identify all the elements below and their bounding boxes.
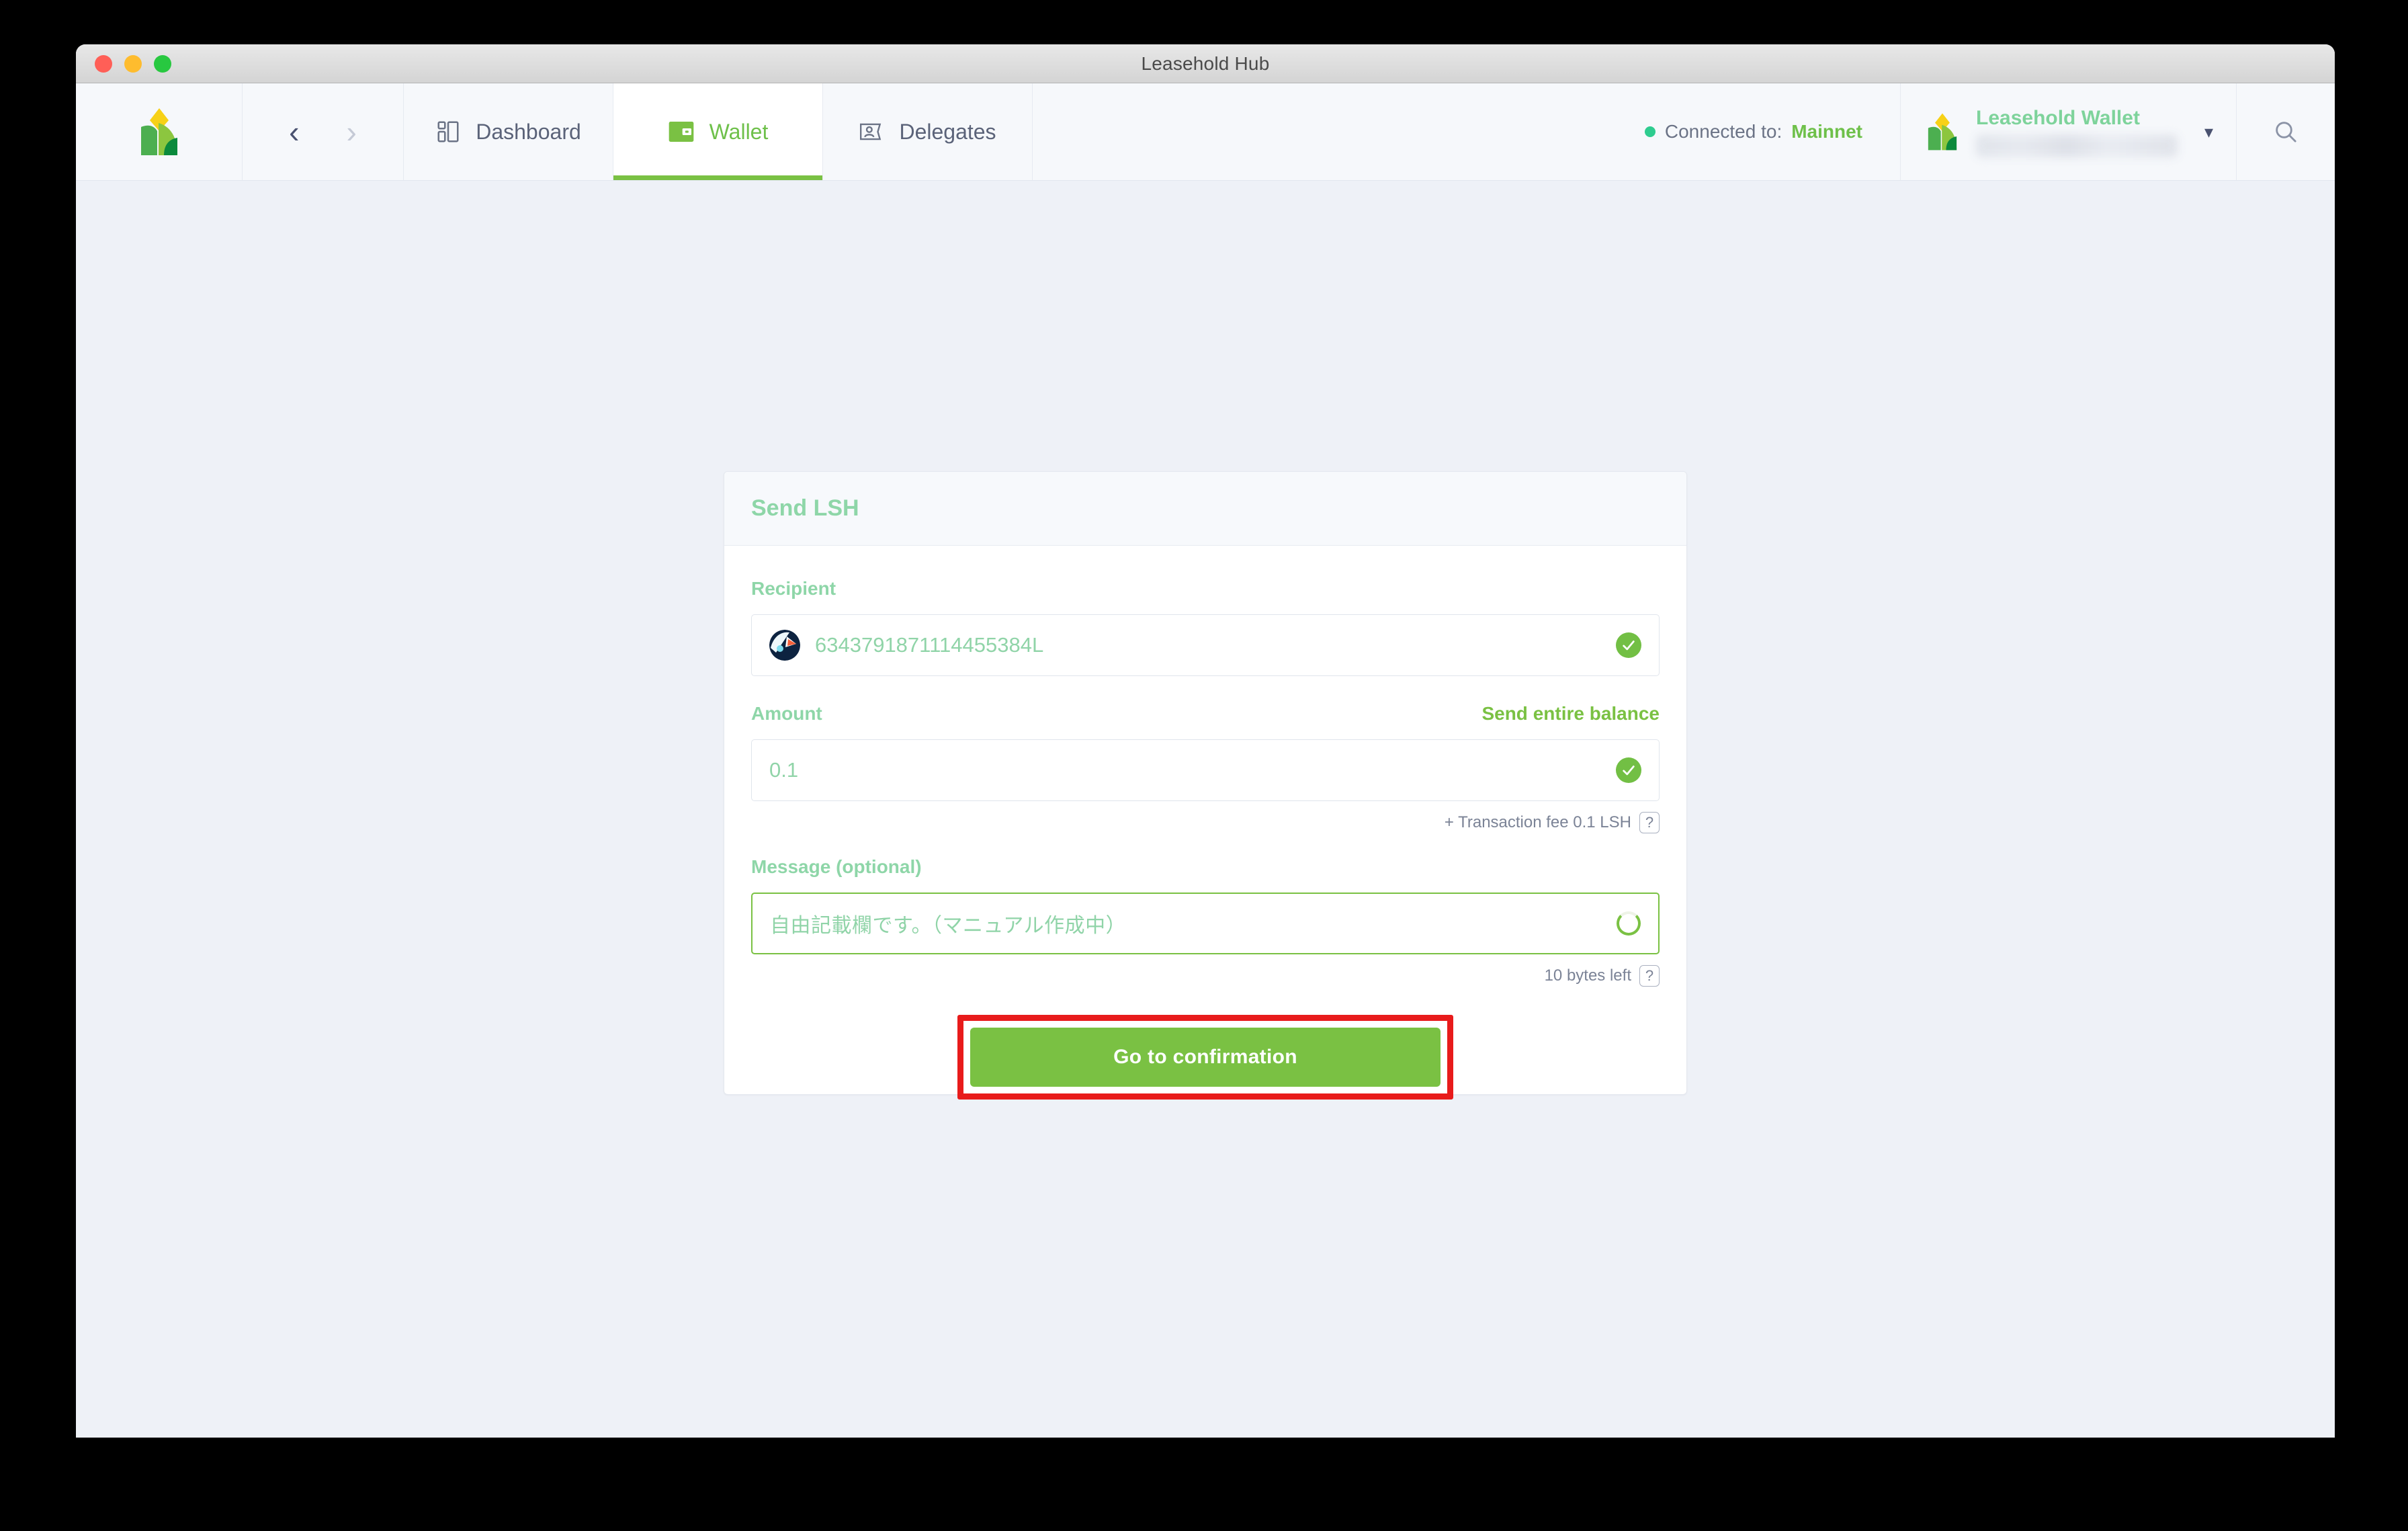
tab-wallet[interactable]: Wallet — [613, 83, 823, 180]
fee-hint-row: + Transaction fee 0.1 LSH ? — [751, 812, 1660, 833]
submit-row: Go to confirmation — [751, 1015, 1660, 1100]
app-header: ‹ › Dashboard Wallet Delegates Connected… — [76, 83, 2335, 181]
amount-label: Amount — [751, 703, 822, 724]
header-spacer: Connected to: Mainnet — [1033, 83, 1901, 180]
window-titlebar: Leasehold Hub — [76, 44, 2335, 83]
dashboard-grid-icon — [437, 121, 459, 142]
message-input[interactable]: 自由記載欄です。（マニュアル作成中） — [751, 893, 1660, 954]
delegates-card-icon — [860, 123, 882, 140]
recipient-input[interactable]: 6343791871114455384L — [751, 614, 1660, 676]
connection-status: Connected to: Mainnet — [1644, 121, 1900, 142]
wallet-icon — [669, 122, 693, 142]
bytes-left-label: 10 bytes left — [1544, 966, 1631, 985]
amount-label-row: Amount Send entire balance — [751, 703, 1660, 739]
main-content: Send LSH Recipient 6343791871114455384L … — [76, 181, 2335, 1438]
check-circle-icon — [1616, 632, 1641, 658]
bytes-help-icon[interactable]: ? — [1639, 965, 1660, 987]
check-circle-icon — [1616, 757, 1641, 783]
chevron-down-icon[interactable]: ▾ — [2204, 122, 2213, 142]
chevron-left-icon[interactable]: ‹ — [289, 116, 299, 147]
message-label: Message (optional) — [751, 856, 922, 877]
tab-dashboard-label: Dashboard — [476, 119, 581, 144]
chevron-right-icon[interactable]: › — [347, 116, 357, 147]
app-logo[interactable] — [76, 83, 243, 180]
amount-value: 0.1 — [769, 758, 799, 782]
fee-hint-label: + Transaction fee 0.1 LSH — [1444, 813, 1631, 831]
search-button[interactable] — [2237, 83, 2335, 180]
window-title: Leasehold Hub — [1141, 52, 1270, 74]
card-header: Send LSH — [724, 472, 1686, 546]
send-lsh-card: Send LSH Recipient 6343791871114455384L … — [724, 471, 1687, 1100]
recipient-label: Recipient — [751, 578, 836, 599]
nav-arrows: ‹ › — [243, 83, 404, 180]
tab-dashboard[interactable]: Dashboard — [404, 83, 613, 180]
wallet-selector[interactable]: Leasehold Wallet ▾ — [1901, 83, 2237, 180]
message-value: 自由記載欄です。（マニュアル作成中） — [770, 915, 1127, 937]
amount-input[interactable]: 0.1 — [751, 739, 1660, 801]
fee-help-icon[interactable]: ? — [1639, 812, 1660, 833]
loading-spinner-icon — [1617, 911, 1641, 936]
tab-wallet-label: Wallet — [709, 119, 769, 144]
card-body: Recipient 6343791871114455384L Amount Se… — [724, 546, 1686, 1100]
card-title: Send LSH — [751, 495, 859, 521]
desktop-background: Leasehold Hub ‹ › Dashboard Wallet Deleg… — [0, 0, 2408, 1531]
bytes-left-row: 10 bytes left ? — [751, 965, 1660, 987]
connection-prefix-label: Connected to: — [1664, 121, 1782, 142]
annotation-highlight: Go to confirmation — [957, 1015, 1453, 1100]
tab-delegates-label: Delegates — [899, 119, 996, 144]
send-entire-balance-link[interactable]: Send entire balance — [1481, 703, 1660, 725]
tab-delegates[interactable]: Delegates — [823, 83, 1033, 180]
app-window: Leasehold Hub ‹ › Dashboard Wallet Deleg… — [76, 44, 2335, 1438]
go-to-confirmation-button[interactable]: Go to confirmation — [970, 1028, 1440, 1087]
wallet-texts: Leasehold Wallet — [1976, 107, 2190, 157]
connection-status-dot — [1644, 126, 1656, 137]
leasehold-logo-icon — [140, 108, 177, 155]
identicon-avatar — [769, 630, 800, 661]
search-icon — [2276, 122, 2296, 142]
wallet-logo-icon — [1928, 113, 1957, 151]
recipient-value: 6343791871114455384L — [815, 633, 1044, 657]
wallet-address-redacted — [1976, 134, 2178, 157]
connection-network-label: Mainnet — [1791, 121, 1862, 142]
wallet-name-label: Leasehold Wallet — [1976, 106, 2140, 129]
